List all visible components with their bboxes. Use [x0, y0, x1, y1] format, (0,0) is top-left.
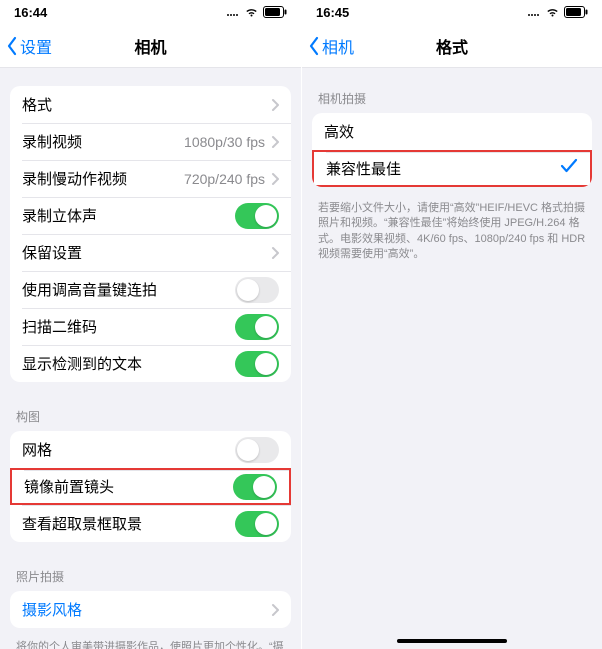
- toggle-switch[interactable]: [235, 314, 279, 340]
- row-label: 扫描二维码: [22, 316, 97, 337]
- back-button[interactable]: 相机: [302, 34, 354, 58]
- row-detail-text: 1080p/30 fps: [184, 134, 265, 150]
- content-area: 格式 录制视频 1080p/30 fps 录制慢动作视频 720p/240 fp…: [0, 68, 301, 649]
- settings-group-main: 格式 录制视频 1080p/30 fps 录制慢动作视频 720p/240 fp…: [10, 86, 291, 382]
- status-bar: 16:45: [302, 0, 602, 24]
- row-label: 使用调高音量键连拍: [22, 279, 157, 300]
- format-options-group: 高效 兼容性最佳: [312, 113, 592, 187]
- toggle-switch[interactable]: [235, 511, 279, 537]
- dots-icon: [527, 7, 541, 17]
- status-icons: [226, 6, 287, 18]
- section-header-capture: 照片拍摄: [0, 564, 301, 591]
- status-time: 16:45: [316, 5, 349, 20]
- toggle-switch[interactable]: [233, 474, 277, 500]
- row-mirror-front-camera[interactable]: 镜像前置镜头: [10, 468, 291, 505]
- back-button[interactable]: 设置: [0, 34, 52, 58]
- dots-icon: [226, 7, 240, 17]
- section-footer-capture: 将你的个人审美带进摄影作品，使照片更加个性化。“摄影风格”使用先进的场景理解技术…: [0, 634, 301, 649]
- row-label: 兼容性最佳: [326, 158, 401, 179]
- nav-bar: 设置 相机: [0, 24, 301, 68]
- row-scan-qr[interactable]: 扫描二维码: [10, 308, 291, 345]
- row-preserve-settings[interactable]: 保留设置: [10, 234, 291, 271]
- back-label: 设置: [20, 34, 52, 58]
- row-label: 网格: [22, 439, 52, 460]
- status-time: 16:44: [14, 5, 47, 20]
- row-label: 查看超取景框取景: [22, 513, 142, 534]
- chevron-right-icon: [271, 603, 279, 617]
- row-label: 摄影风格: [22, 599, 82, 620]
- row-grid[interactable]: 网格: [10, 431, 291, 468]
- row-label: 格式: [22, 94, 52, 115]
- chevron-left-icon: [6, 36, 18, 56]
- status-bar: 16:44: [0, 0, 301, 24]
- chevron-right-icon: [271, 246, 279, 260]
- checkmark-icon: [560, 158, 578, 179]
- row-label: 录制立体声: [22, 205, 97, 226]
- option-high-efficiency[interactable]: 高效: [312, 113, 592, 150]
- row-record-video[interactable]: 录制视频 1080p/30 fps: [10, 123, 291, 160]
- section-header-composition: 构图: [0, 404, 301, 431]
- option-most-compatible[interactable]: 兼容性最佳: [312, 150, 592, 187]
- settings-group-capture: 摄影风格: [10, 591, 291, 628]
- section-footer-formats: 若要缩小文件大小，请使用“高效”HEIF/HEVC 格式拍摄照片和视频。“兼容性…: [302, 195, 602, 267]
- camera-settings-screen: 16:44 设置 相机 格式: [0, 0, 301, 649]
- toggle-switch[interactable]: [235, 203, 279, 229]
- home-indicator[interactable]: [397, 639, 507, 643]
- row-stereo[interactable]: 录制立体声: [10, 197, 291, 234]
- chevron-right-icon: [271, 135, 279, 149]
- back-label: 相机: [322, 34, 354, 58]
- row-label: 保留设置: [22, 242, 82, 263]
- toggle-switch[interactable]: [235, 351, 279, 377]
- settings-group-composition: 网格 镜像前置镜头 查看超取景框取景: [10, 431, 291, 542]
- row-label: 高效: [324, 121, 354, 142]
- toggle-switch[interactable]: [235, 277, 279, 303]
- formats-screen: 16:45 相机 格式 相机拍摄 高效: [301, 0, 602, 649]
- row-formats[interactable]: 格式: [10, 86, 291, 123]
- section-header-camera-capture: 相机拍摄: [302, 86, 602, 113]
- status-icons: [527, 6, 588, 18]
- row-view-outside-frame[interactable]: 查看超取景框取景: [10, 505, 291, 542]
- row-record-slomo[interactable]: 录制慢动作视频 720p/240 fps: [10, 160, 291, 197]
- chevron-left-icon: [308, 36, 320, 56]
- battery-icon: [263, 6, 287, 18]
- chevron-right-icon: [271, 98, 279, 112]
- wifi-icon: [244, 7, 259, 18]
- battery-icon: [564, 6, 588, 18]
- row-detail-text: 720p/240 fps: [184, 171, 265, 187]
- row-volume-burst[interactable]: 使用调高音量键连拍: [10, 271, 291, 308]
- row-label: 镜像前置镜头: [24, 476, 114, 497]
- toggle-switch[interactable]: [235, 437, 279, 463]
- chevron-right-icon: [271, 172, 279, 186]
- row-photographic-styles[interactable]: 摄影风格: [10, 591, 291, 628]
- row-label: 录制视频: [22, 131, 82, 152]
- row-detected-text[interactable]: 显示检测到的文本: [10, 345, 291, 382]
- row-label: 显示检测到的文本: [22, 353, 142, 374]
- content-area: 相机拍摄 高效 兼容性最佳 若要缩小文件大小，请使用“高效”HEIF/HEVC …: [302, 68, 602, 649]
- nav-bar: 相机 格式: [302, 24, 602, 68]
- wifi-icon: [545, 7, 560, 18]
- row-label: 录制慢动作视频: [22, 168, 127, 189]
